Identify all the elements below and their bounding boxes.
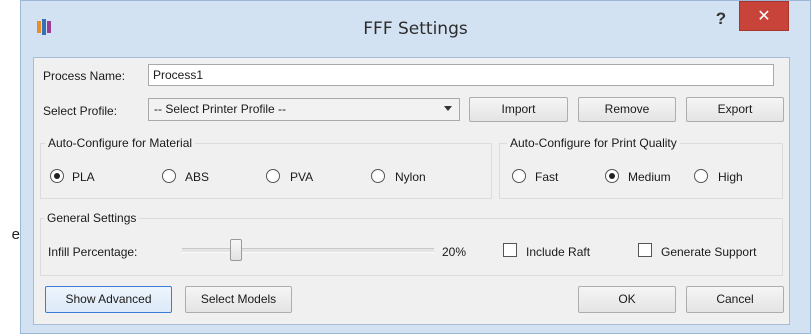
infill-percentage-label: Infill Percentage: bbox=[48, 245, 138, 259]
material-radio-abs[interactable] bbox=[162, 169, 176, 183]
show-advanced-button[interactable]: Show Advanced bbox=[45, 286, 172, 313]
quality-radio-high[interactable] bbox=[694, 169, 708, 183]
general-settings-title: General Settings bbox=[44, 211, 140, 225]
quality-label-high: High bbox=[718, 170, 743, 184]
ok-button[interactable]: OK bbox=[578, 286, 676, 313]
generate-support-checkbox[interactable] bbox=[638, 243, 652, 257]
select-profile-label: Select Profile: bbox=[43, 104, 118, 118]
radio-selected-dot bbox=[54, 173, 60, 179]
process-name-label: Process Name: bbox=[43, 69, 126, 83]
material-radio-pla[interactable] bbox=[50, 169, 64, 183]
process-name-input[interactable]: Process1 bbox=[148, 64, 774, 86]
quality-radio-medium[interactable] bbox=[605, 169, 619, 183]
print-quality-group-title: Auto-Configure for Print Quality bbox=[507, 136, 680, 150]
close-button[interactable]: ✕ bbox=[739, 1, 789, 31]
cancel-button[interactable]: Cancel bbox=[686, 286, 784, 313]
export-button[interactable]: Export bbox=[686, 97, 784, 122]
material-label-nylon: Nylon bbox=[395, 170, 426, 184]
infill-percentage-value: 20% bbox=[442, 245, 467, 259]
material-label-pva: PVA bbox=[290, 170, 314, 184]
material-radio-pva[interactable] bbox=[266, 169, 280, 183]
infill-slider-thumb[interactable] bbox=[230, 239, 242, 261]
window-title: FFF Settings bbox=[363, 19, 468, 39]
quality-radio-fast[interactable] bbox=[512, 169, 526, 183]
printer-profile-selected: -- Select Printer Profile -- bbox=[154, 102, 287, 116]
infill-slider-track[interactable] bbox=[182, 248, 434, 253]
include-raft-checkbox[interactable] bbox=[503, 243, 517, 257]
fff-settings-dialog: FFF Settings ? ✕ Process Name: Process1 … bbox=[20, 0, 811, 334]
material-label-pla: PLA bbox=[72, 170, 95, 184]
help-button[interactable]: ? bbox=[711, 9, 731, 29]
background-text-fragment: e bbox=[11, 226, 20, 243]
generate-support-label: Generate Support bbox=[661, 245, 757, 259]
include-raft-label: Include Raft bbox=[526, 245, 591, 259]
select-models-button[interactable]: Select Models bbox=[185, 286, 292, 313]
dialog-body: Process Name: Process1 Select Profile: -… bbox=[33, 57, 790, 325]
material-group-title: Auto-Configure for Material bbox=[45, 136, 196, 150]
material-label-abs: ABS bbox=[185, 170, 210, 184]
title-bar: FFF Settings ? ✕ bbox=[21, 1, 810, 57]
radio-selected-dot bbox=[609, 173, 615, 179]
quality-label-fast: Fast bbox=[535, 170, 559, 184]
chevron-down-icon bbox=[444, 106, 452, 111]
remove-button[interactable]: Remove bbox=[578, 97, 676, 122]
quality-label-medium: Medium bbox=[628, 170, 671, 184]
printer-profile-select[interactable]: -- Select Printer Profile -- bbox=[148, 98, 460, 121]
material-radio-nylon[interactable] bbox=[371, 169, 385, 183]
import-button[interactable]: Import bbox=[469, 97, 568, 122]
